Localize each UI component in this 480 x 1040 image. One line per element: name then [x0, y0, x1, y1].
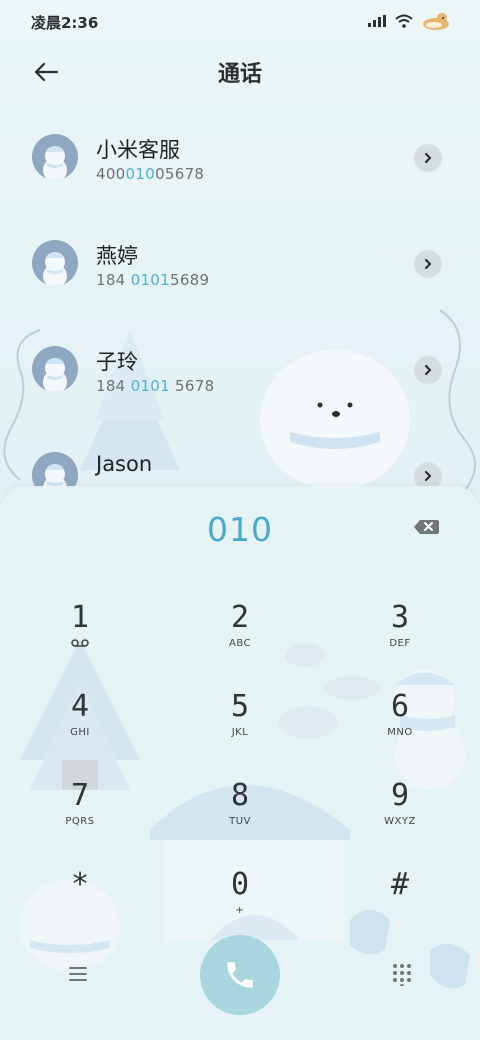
key-4[interactable]: 4 GHI: [20, 689, 140, 765]
contact-name: 燕婷: [96, 244, 138, 268]
status-bar: 凌晨2:36: [0, 0, 480, 44]
details-button[interactable]: [414, 250, 442, 278]
dialed-number: 010: [207, 510, 273, 549]
key-8[interactable]: 8 TUV: [180, 778, 300, 854]
key-7[interactable]: 7 PQRS: [20, 778, 140, 854]
avatar: [32, 346, 78, 392]
key-hash[interactable]: #: [340, 867, 460, 943]
dialpad-icon: [393, 964, 411, 988]
dialpad-toggle-button[interactable]: [390, 962, 414, 988]
contact-row[interactable]: Jason: [0, 422, 480, 488]
voicemail-icon: [20, 638, 140, 652]
key-2[interactable]: 2 ABC: [180, 600, 300, 676]
contact-name: 小米客服: [96, 138, 180, 162]
match-highlight: 0101: [130, 377, 170, 395]
status-time: 凌晨2:36: [31, 14, 99, 32]
contact-name: 子玲: [96, 350, 138, 374]
contact-row[interactable]: 燕婷 184 01015689: [0, 210, 480, 316]
snowman-avatar-icon: [43, 358, 67, 392]
key-star[interactable]: *: [20, 867, 140, 943]
key-9[interactable]: 9 WXYZ: [340, 778, 460, 854]
chevron-right-icon: [424, 152, 432, 164]
snowman-avatar-icon: [43, 464, 67, 488]
chevron-right-icon: [424, 364, 432, 376]
avatar: [32, 240, 78, 286]
key-6[interactable]: 6 MNO: [340, 689, 460, 765]
key-3[interactable]: 3 DEF: [340, 600, 460, 676]
details-button[interactable]: [414, 144, 442, 172]
battery-icon: [423, 13, 449, 30]
key-1[interactable]: 1: [20, 600, 140, 676]
chevron-right-icon: [424, 470, 432, 482]
signal-icon: [368, 15, 386, 27]
backspace-icon: [414, 520, 439, 534]
wifi-icon: [395, 14, 413, 28]
menu-icon: [69, 967, 87, 981]
call-button[interactable]: [200, 935, 280, 1015]
contact-number: 184 01015689: [96, 271, 210, 289]
key-5[interactable]: 5 JKL: [180, 689, 300, 765]
key-0[interactable]: 0 +: [180, 867, 300, 943]
avatar: [32, 452, 78, 488]
snowman-avatar-icon: [43, 146, 67, 180]
backspace-button[interactable]: [410, 514, 442, 540]
menu-button[interactable]: [66, 962, 90, 986]
contact-list: 小米客服 40001005678 燕婷 184 01015689 子玲 184 …: [0, 104, 480, 488]
snowman-avatar-icon: [43, 252, 67, 286]
contact-name: Jason: [96, 452, 153, 476]
details-button[interactable]: [414, 462, 442, 488]
header: 通话: [0, 44, 480, 100]
avatar: [32, 134, 78, 180]
contact-number: 184 0101 5678: [96, 377, 215, 395]
match-highlight: 010: [125, 165, 156, 183]
details-button[interactable]: [414, 356, 442, 384]
status-icons: [368, 12, 450, 30]
contact-number: 40001005678: [96, 165, 205, 183]
page-title: 通话: [217, 62, 262, 87]
match-highlight: 0101: [130, 271, 170, 289]
contact-row[interactable]: 子玲 184 0101 5678: [0, 316, 480, 422]
chevron-right-icon: [424, 258, 432, 270]
phone-icon: [227, 962, 253, 988]
contact-row[interactable]: 小米客服 40001005678: [0, 104, 480, 210]
